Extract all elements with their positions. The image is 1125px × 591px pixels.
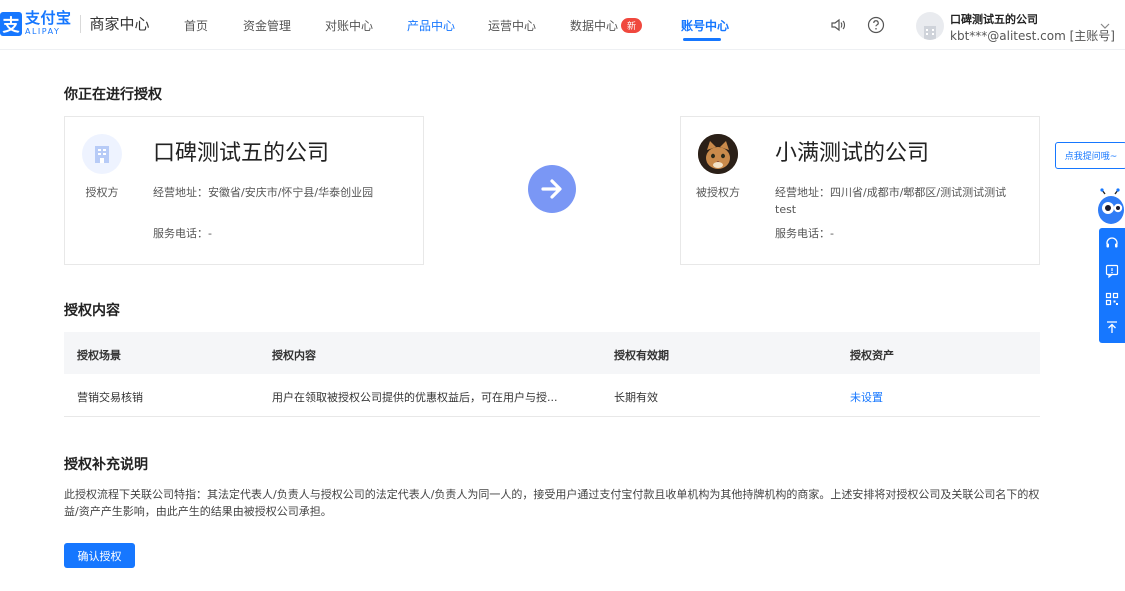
chevron-down-icon[interactable] xyxy=(1100,19,1110,33)
nav-item-reconciliation[interactable]: 对账中心 xyxy=(325,17,373,34)
robot-assistant-icon[interactable] xyxy=(1095,188,1125,228)
cell-content: 用户在领取被授权公司提供的优惠权益后，可在用户与授... xyxy=(272,391,558,404)
logo-en-text: ALIPAY xyxy=(25,27,61,36)
grantor-phone: 服务电话：- xyxy=(153,227,212,240)
account-id[interactable]: kbt***@alitest.com [主账号] xyxy=(950,27,1115,44)
table-header: 授权场景 授权内容 授权有效期 授权资产 xyxy=(64,332,1040,374)
grantor-address: 经营地址：安徽省/安庆市/怀宁县/华泰创业园 xyxy=(153,186,374,199)
feedback-icon[interactable] xyxy=(1099,258,1125,284)
speaker-icon[interactable] xyxy=(828,15,848,35)
merchant-center-title: 商家中心 xyxy=(89,15,150,33)
cell-assets-link[interactable]: 未设置 xyxy=(850,389,883,405)
account-avatar[interactable] xyxy=(916,12,944,40)
new-badge: 新 xyxy=(621,18,643,33)
note-title: 授权补充说明 xyxy=(64,457,148,473)
column-header-validity: 授权有效期 xyxy=(614,349,669,362)
qrcode-icon[interactable] xyxy=(1099,286,1125,312)
back-to-top-icon[interactable] xyxy=(1099,314,1125,340)
column-header-content: 授权内容 xyxy=(272,349,316,362)
column-header-assets: 授权资产 xyxy=(850,349,894,362)
nav-item-data-label: 数据中心 xyxy=(570,19,619,33)
confirm-auth-button[interactable]: 确认授权 xyxy=(64,543,135,568)
nav-item-data[interactable]: 数据中心新 xyxy=(570,17,643,34)
account-name[interactable]: 口碑测试五的公司 xyxy=(950,11,1038,27)
grantor-role: 授权方 xyxy=(85,186,119,199)
arrow-right-icon xyxy=(528,165,576,213)
grantee-card: 被授权方 小满测试的公司 经营地址：四川省/成都市/郫都区/测试测试测试test… xyxy=(680,116,1040,265)
cell-scene: 营销交易核销 xyxy=(77,391,143,404)
nav-item-home[interactable]: 首页 xyxy=(184,17,208,34)
logo-divider xyxy=(79,14,81,33)
grantor-name: 口碑测试五的公司 xyxy=(153,141,330,166)
grantor-card: 授权方 口碑测试五的公司 经营地址：安徽省/安庆市/怀宁县/华泰创业园 服务电话… xyxy=(64,116,424,265)
ask-bubble[interactable]: 点我提问哦~ xyxy=(1055,142,1125,169)
column-header-scene: 授权场景 xyxy=(77,349,121,362)
alipay-logo[interactable]: 支 支付宝 ALIPAY 商家中心 xyxy=(0,11,150,36)
cell-validity: 长期有效 xyxy=(614,391,658,404)
building-icon xyxy=(82,134,122,174)
active-nav-indicator xyxy=(683,38,721,41)
nav-item-operations[interactable]: 运营中心 xyxy=(488,17,536,34)
alipay-logo-icon: 支 xyxy=(0,11,22,36)
nav-item-products[interactable]: 产品中心 xyxy=(407,17,455,34)
cat-avatar-icon xyxy=(698,134,738,174)
table-row: 营销交易核销 用户在领取被授权公司提供的优惠权益后，可在用户与授... 长期有效… xyxy=(64,374,1040,417)
grantee-phone: 服务电话：- xyxy=(775,227,834,240)
grantee-name: 小满测试的公司 xyxy=(775,141,930,166)
top-nav-bar: 支 支付宝 ALIPAY 商家中心 首页 资金管理 对账中心 产品中心 运营中心… xyxy=(0,0,1125,50)
side-toolbar xyxy=(1099,228,1125,343)
auth-table: 授权场景 授权内容 授权有效期 授权资产 营销交易核销 用户在领取被授权公司提供… xyxy=(64,332,1040,417)
page-title: 你正在进行授权 xyxy=(64,87,162,103)
help-icon[interactable] xyxy=(866,15,886,35)
grantee-role: 被授权方 xyxy=(696,186,740,199)
auth-content-title: 授权内容 xyxy=(64,303,120,319)
nav-item-funds[interactable]: 资金管理 xyxy=(243,17,291,34)
headset-icon[interactable] xyxy=(1099,230,1125,256)
nav-item-account[interactable]: 账号中心 xyxy=(681,17,729,34)
note-text: 此授权流程下关联公司特指：其法定代表人/负责人与授权公司的法定代表人/负责人为同… xyxy=(64,488,1040,518)
logo-cn-text: 支付宝 xyxy=(25,9,72,27)
grantee-address: 经营地址：四川省/成都市/郫都区/测试测试测试test xyxy=(775,186,1007,216)
